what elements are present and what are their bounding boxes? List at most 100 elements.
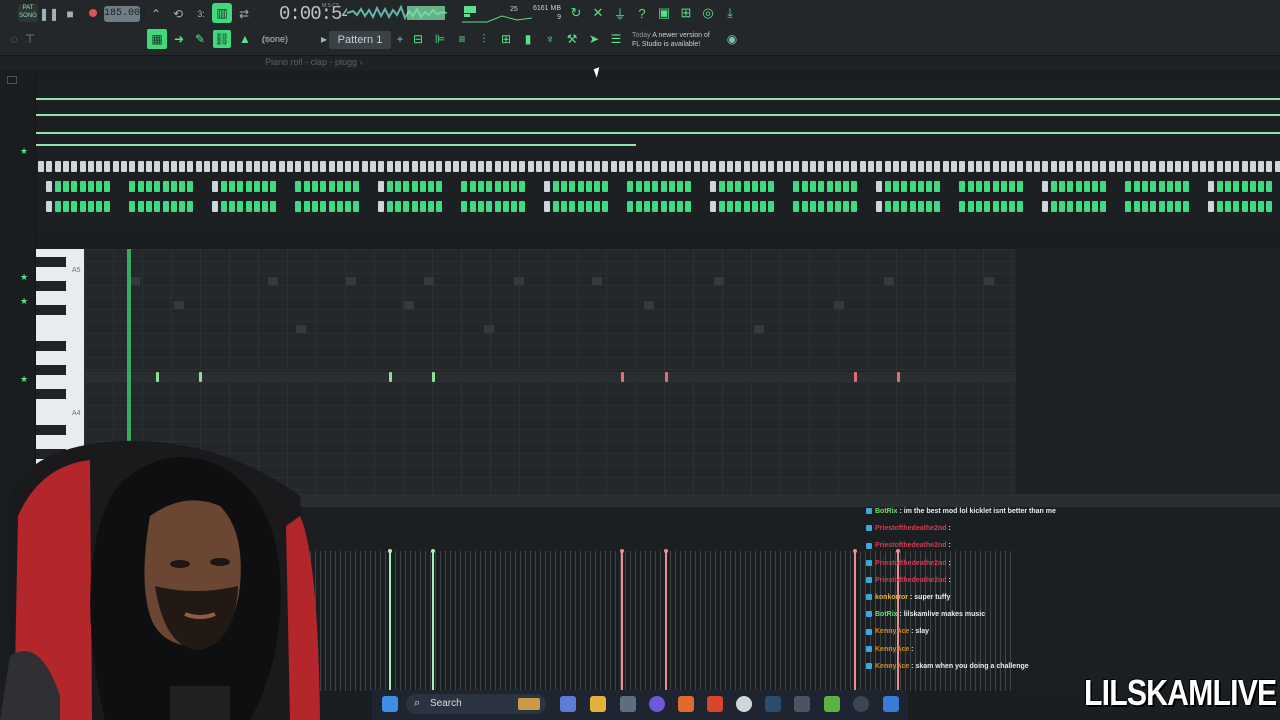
fl-studio-icon[interactable] xyxy=(678,696,694,712)
folder-icon[interactable] xyxy=(7,76,17,84)
xbox-icon[interactable] xyxy=(824,696,840,712)
star-icon[interactable]: ★ xyxy=(20,296,28,307)
download-icon[interactable]: ⤓ xyxy=(722,5,738,21)
terminal-icon[interactable] xyxy=(883,696,899,712)
stop-button[interactable]: ■ xyxy=(62,6,78,22)
wrench-icon[interactable]: ⚒ xyxy=(564,31,580,47)
obs-icon[interactable] xyxy=(853,696,869,712)
taskbar-search[interactable]: ⌕ Search xyxy=(406,694,546,714)
velocity-stem xyxy=(715,551,716,691)
note xyxy=(854,372,857,382)
link-icon[interactable]: ⛓ xyxy=(213,30,231,48)
menu-icon[interactable]: ☰ xyxy=(608,31,624,47)
stream-chat: BotRix : im the best mod lol kicklet isn… xyxy=(866,503,1096,675)
step-button xyxy=(270,181,277,192)
countdown-icon[interactable]: 3: xyxy=(193,6,209,22)
browser-icon[interactable]: ⊞ xyxy=(498,31,514,47)
app-icon[interactable] xyxy=(794,696,810,712)
chord-select[interactable]: (none) xyxy=(262,34,288,44)
step-button xyxy=(1166,201,1173,212)
step-button xyxy=(843,181,850,192)
step-button xyxy=(917,201,924,212)
step-button xyxy=(253,201,260,212)
step-button xyxy=(834,201,841,212)
pat-song-toggle[interactable]: PAT SONG xyxy=(18,4,38,22)
chat-text: : xyxy=(946,576,951,584)
touch-keyboard-icon[interactable]: ♆ xyxy=(542,31,558,47)
step-button xyxy=(1249,201,1256,212)
discord-icon[interactable] xyxy=(649,696,665,712)
update-notice[interactable]: Today A newer version of FL Studio is av… xyxy=(632,31,710,49)
star-icon[interactable]: ★ xyxy=(20,272,28,283)
velocity-stem xyxy=(835,551,836,691)
step-button xyxy=(394,201,401,212)
help-icon[interactable]: ? xyxy=(634,5,650,21)
playhead[interactable] xyxy=(127,249,131,445)
add-pattern-icon[interactable]: + xyxy=(392,31,408,47)
playlist-icon[interactable]: ⊟ xyxy=(410,31,426,47)
mixer-window-icon[interactable]: ⫶ xyxy=(476,31,492,47)
undo-icon[interactable]: ↻ xyxy=(568,5,584,21)
step-button xyxy=(569,181,576,192)
channel-rack-icon[interactable]: ≡ xyxy=(454,31,470,47)
step-button xyxy=(477,161,484,172)
tempo-display[interactable]: 185.000 xyxy=(104,6,146,22)
step-button xyxy=(1266,181,1273,192)
save-icon[interactable]: ▣ xyxy=(656,5,672,21)
step-button xyxy=(419,181,426,192)
pencil-icon[interactable]: ✎ xyxy=(192,31,208,47)
microphone-icon[interactable]: ⏚ xyxy=(612,5,628,22)
grid-row xyxy=(84,417,1016,418)
step-button xyxy=(560,201,567,212)
velocity-stem xyxy=(860,551,861,691)
piano-roll-icon[interactable]: ⊫ xyxy=(432,31,448,47)
step-button xyxy=(1258,201,1265,212)
step-button xyxy=(1092,201,1099,212)
step-button xyxy=(627,161,634,172)
velocity-stem xyxy=(395,551,396,691)
step-button xyxy=(1175,201,1182,212)
step-button xyxy=(1175,161,1182,172)
stamp-icon[interactable]: ▲ xyxy=(237,31,253,47)
pattern-selector[interactable]: Pattern 1 xyxy=(329,31,391,49)
piano-roll-mode-button[interactable]: ▦ xyxy=(147,29,167,49)
step-button xyxy=(1034,161,1040,172)
mixer-icon[interactable]: ⊞ xyxy=(678,5,694,21)
loop-record-button[interactable]: ▥ xyxy=(212,3,232,23)
store-icon[interactable] xyxy=(620,696,636,712)
chrome-icon[interactable] xyxy=(736,696,752,712)
grid-row xyxy=(84,393,1016,394)
pin-icon[interactable]: ✕ xyxy=(590,5,606,21)
star-icon[interactable]: ★ xyxy=(20,146,28,157)
step-button xyxy=(751,201,758,212)
note-grid-outside[interactable] xyxy=(1016,249,1280,507)
online-status-icon[interactable]: ◉ xyxy=(724,31,740,47)
grid-row xyxy=(84,333,1016,334)
file-explorer-icon[interactable] xyxy=(590,696,606,712)
brave-icon[interactable] xyxy=(707,696,723,712)
metronome-icon[interactable]: ⌃ xyxy=(148,6,164,22)
snap-icon[interactable]: ⊤ xyxy=(22,31,38,47)
plugin-picker-icon[interactable]: ▮ xyxy=(520,31,536,47)
star-icon[interactable]: ★ xyxy=(20,374,28,385)
wait-input-icon[interactable]: ⟲ xyxy=(170,6,186,22)
grid-row xyxy=(84,249,1016,250)
arrow-right-icon[interactable]: ➜ xyxy=(171,31,187,47)
record-button[interactable] xyxy=(86,6,100,20)
step-button xyxy=(469,161,476,172)
step-button xyxy=(934,161,941,172)
windows-start-icon[interactable] xyxy=(382,696,398,712)
song-position-time[interactable]: 0:00:54 xyxy=(279,3,353,25)
copilot-icon[interactable] xyxy=(560,696,576,712)
pause-button[interactable]: ❚❚ xyxy=(39,6,59,22)
chat-icon[interactable]: ◎ xyxy=(700,5,716,21)
piano-roll-breadcrumb[interactable]: Piano roll - clap - plugg › xyxy=(265,57,363,67)
steam-icon[interactable] xyxy=(765,696,781,712)
tempo-tapper-icon[interactable]: ➤ xyxy=(586,31,602,47)
view-toggle-icon[interactable]: ◌ xyxy=(6,31,22,47)
active-key-row xyxy=(84,372,1016,383)
step-edit-icon[interactable]: ⇄ xyxy=(236,6,252,22)
chat-text: : super tuffy xyxy=(908,594,951,602)
step-button xyxy=(660,201,667,212)
step-button xyxy=(718,181,725,192)
